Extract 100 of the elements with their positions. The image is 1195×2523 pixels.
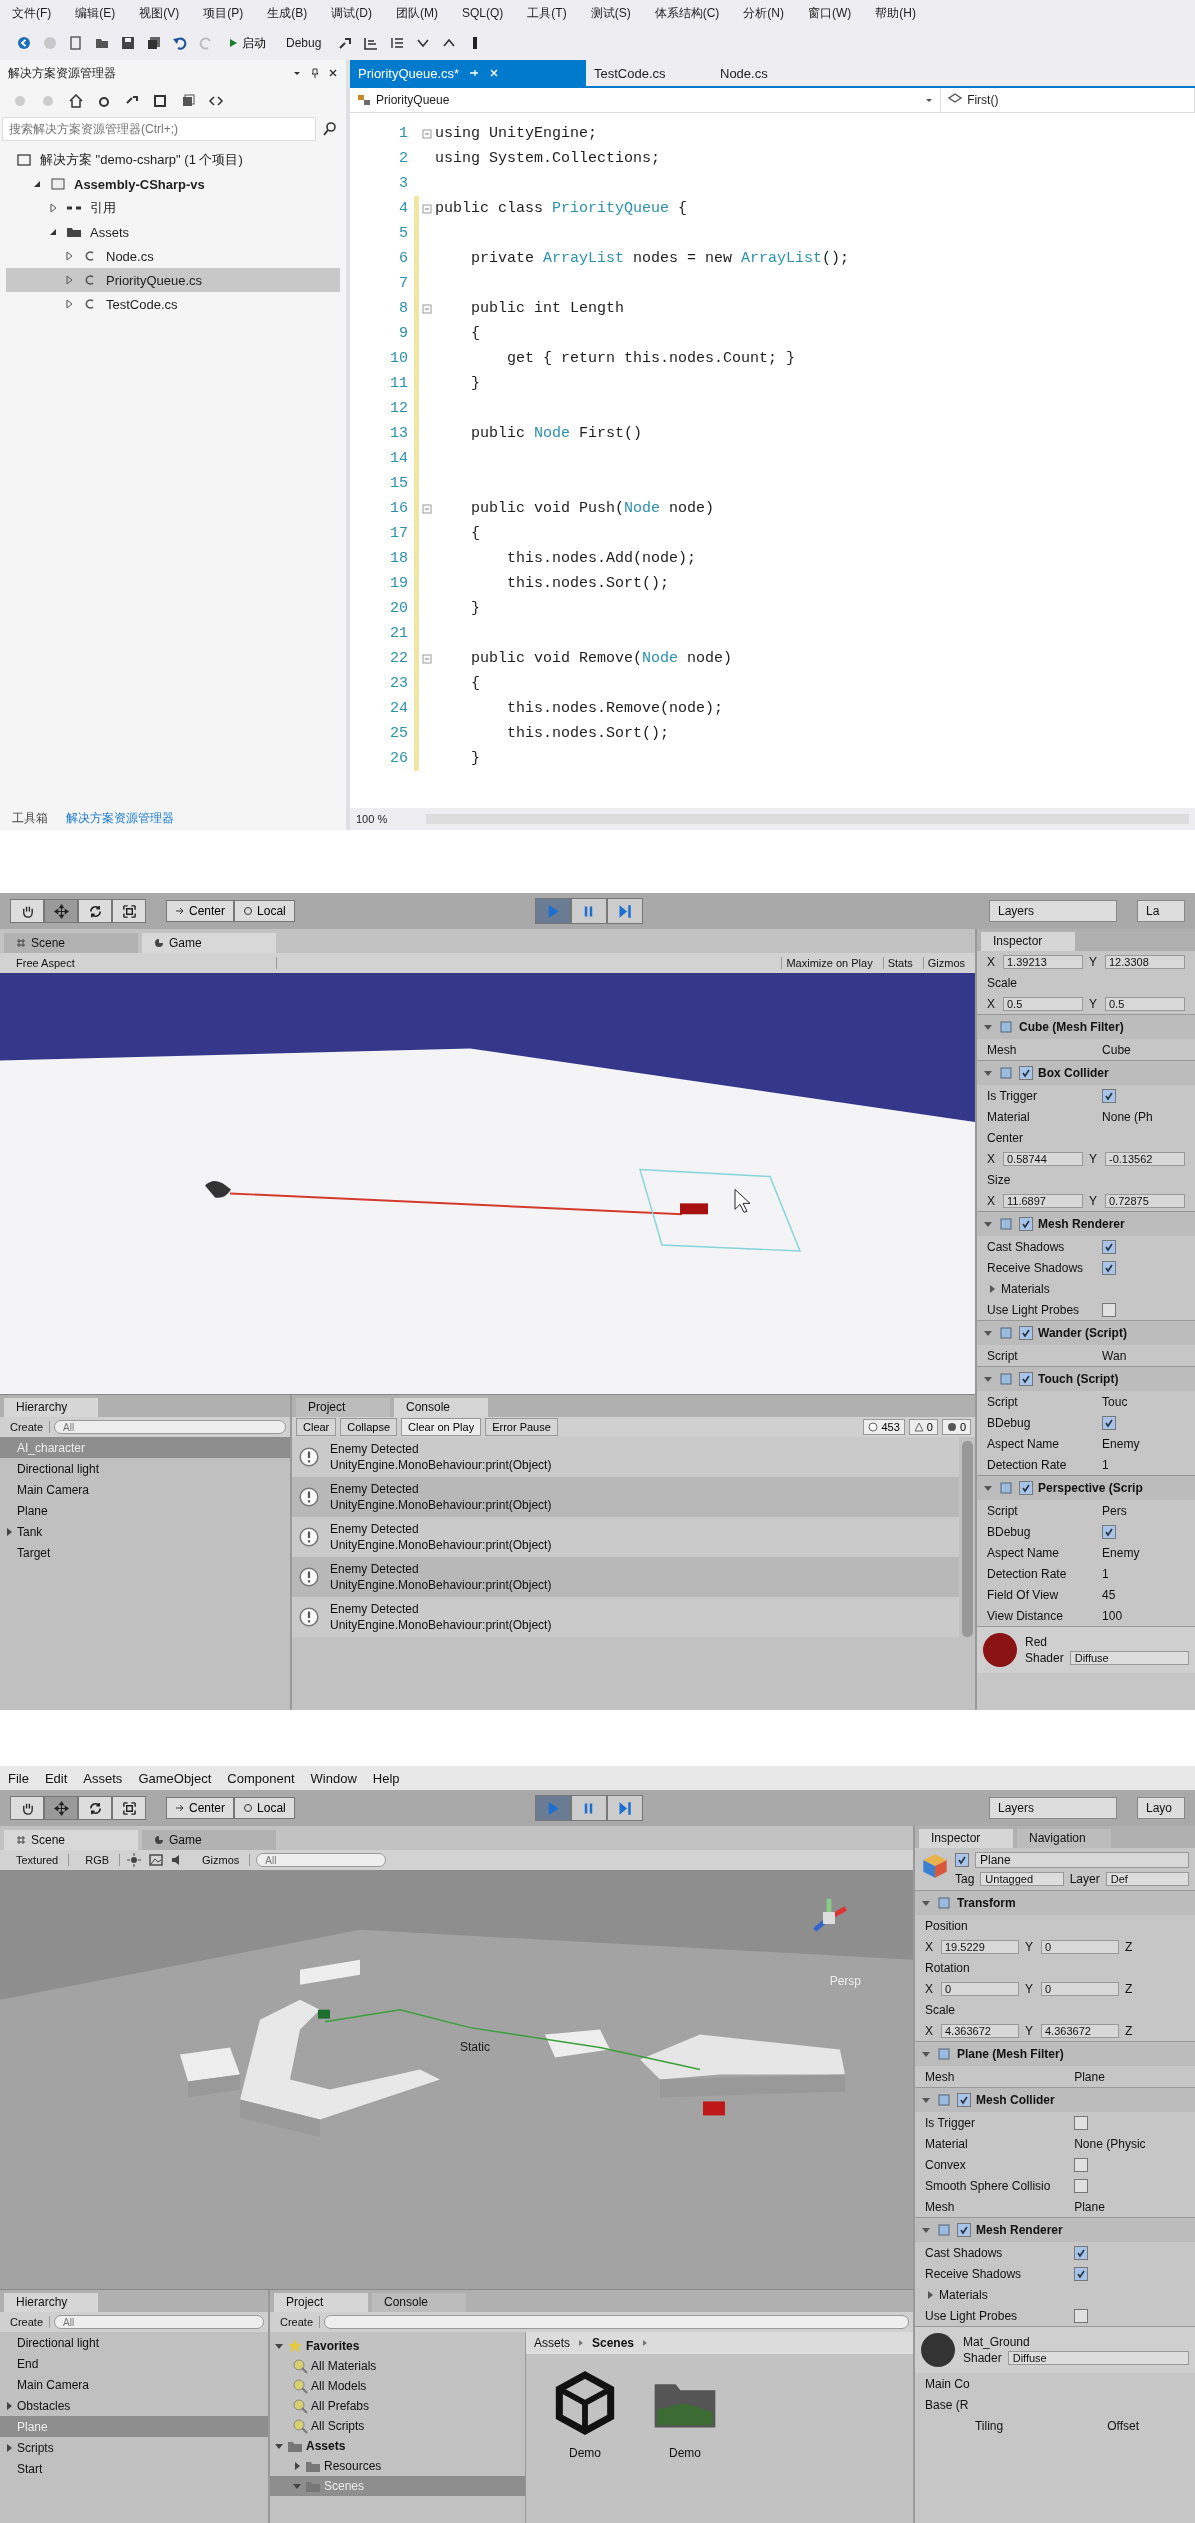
foldout-arrow-icon[interactable]: [921, 2049, 931, 2059]
log-entry[interactable]: Enemy Detected UnityEngine.MonoBehaviour:print(Object): [292, 1437, 959, 1477]
console-option-button[interactable]: Clear: [296, 1418, 337, 1436]
indent-icon[interactable]: [389, 35, 406, 51]
menu-item[interactable]: Component: [227, 1770, 295, 1786]
checkbox[interactable]: [1074, 2266, 1089, 2281]
shading-dropdown[interactable]: Textured: [6, 1854, 70, 1866]
hierarchy-item[interactable]: Plane: [0, 1500, 290, 1521]
panel-tab[interactable]: Console: [394, 1398, 488, 1417]
warning-filter-button[interactable]: 0: [908, 1419, 938, 1435]
hierarchy-item[interactable]: Obstacles: [0, 2395, 268, 2416]
checkbox[interactable]: [1074, 2308, 1089, 2323]
project-tree-item[interactable]: Assets: [270, 2436, 525, 2456]
render-mode-dropdown[interactable]: RGB: [75, 1854, 121, 1866]
view-option-button[interactable]: Maximize on Play: [781, 957, 877, 969]
console-option-button[interactable]: Collapse: [340, 1418, 398, 1436]
layers-dropdown[interactable]: Layers: [989, 1797, 1117, 1819]
number-field[interactable]: 0: [1041, 1939, 1119, 1954]
hierarchy-item[interactable]: End: [0, 2353, 268, 2374]
tree-item[interactable]: PriorityQueue.cs: [6, 268, 340, 292]
number-field[interactable]: 4.363672: [941, 2023, 1019, 2038]
foldout-arrow-icon[interactable]: [925, 2289, 935, 2300]
expander-icon[interactable]: [292, 2461, 302, 2471]
pivot-button[interactable]: Center: [166, 900, 235, 922]
component-header[interactable]: Wander (Script): [977, 1320, 1195, 1345]
panel-tab[interactable]: Project: [296, 1398, 390, 1417]
start-button[interactable]: 启动: [224, 32, 270, 54]
menu-item[interactable]: Assets: [83, 1770, 123, 1786]
component-header[interactable]: Box Collider: [977, 1060, 1195, 1085]
breadcrumb-item[interactable]: Scenes: [592, 2336, 635, 2350]
hand-tool-button[interactable]: [10, 899, 44, 923]
number-field[interactable]: 0.58744: [1003, 1151, 1083, 1166]
checkbox[interactable]: [1074, 2178, 1089, 2193]
expander-icon[interactable]: [4, 1526, 14, 1537]
panel-tab[interactable]: 工具箱: [8, 807, 52, 829]
menu-item[interactable]: 编辑(E): [75, 4, 116, 22]
view-tab[interactable]: Game: [142, 1830, 276, 1850]
foldout-arrow-icon[interactable]: [983, 1374, 993, 1384]
save-icon[interactable]: [120, 35, 136, 51]
menu-item[interactable]: 分析(N): [743, 4, 784, 22]
image-icon[interactable]: [148, 1852, 165, 1868]
property-value[interactable]: Enemy: [1102, 1436, 1140, 1451]
view-tab[interactable]: Scene: [4, 1830, 138, 1850]
component-header[interactable]: Mesh Renderer: [915, 2217, 1195, 2242]
panel-tab[interactable]: Hierarchy: [4, 1398, 98, 1417]
project-tree-item[interactable]: All Materials: [270, 2356, 525, 2376]
project-tree-item[interactable]: Resources: [270, 2456, 525, 2476]
panel-tab[interactable]: Project: [274, 2293, 368, 2312]
panel-tab[interactable]: 解决方案资源管理器: [62, 807, 178, 829]
pause-button[interactable]: [570, 898, 607, 924]
property-value[interactable]: None (Physic: [1074, 2136, 1146, 2151]
view-tab[interactable]: Scene: [4, 933, 138, 953]
property-value[interactable]: Plane: [1074, 2199, 1105, 2214]
expander-icon[interactable]: [64, 251, 74, 261]
component-header[interactable]: Touch (Script): [977, 1366, 1195, 1391]
expander-icon[interactable]: [48, 227, 58, 237]
enable-checkbox[interactable]: [957, 2223, 971, 2237]
menu-item[interactable]: File: [8, 1770, 29, 1786]
property-value[interactable]: Wan: [1102, 1348, 1127, 1363]
panel-tab[interactable]: Console: [372, 2293, 466, 2312]
component-header[interactable]: Mesh Collider: [915, 2087, 1195, 2112]
shader-dropdown[interactable]: Diffuse: [1069, 1651, 1189, 1665]
hierarchy-item[interactable]: Directional light: [0, 1458, 290, 1479]
foldout-arrow-icon[interactable]: [921, 1898, 931, 1908]
foldout-arrow-icon[interactable]: [983, 1068, 993, 1078]
expander-icon[interactable]: [274, 2341, 284, 2351]
foldout-arrow-icon[interactable]: [921, 2095, 931, 2105]
enable-checkbox[interactable]: [1019, 1481, 1033, 1495]
property-value[interactable]: Enemy: [1102, 1545, 1140, 1560]
collapse-all-icon[interactable]: [152, 93, 168, 109]
expander-icon[interactable]: [4, 2442, 14, 2453]
log-filter-button[interactable]: 453: [863, 1419, 905, 1435]
rotate-tool-button[interactable]: [78, 899, 112, 923]
menu-item[interactable]: 生成(B): [267, 4, 308, 22]
menu-item[interactable]: 帮助(H): [875, 4, 916, 22]
move-tool-button[interactable]: [44, 1796, 78, 1820]
property-value[interactable]: Pers: [1102, 1503, 1127, 1518]
align-icon[interactable]: [363, 35, 380, 51]
component-header[interactable]: Plane (Mesh Filter): [915, 2041, 1195, 2066]
panel-tab[interactable]: Hierarchy: [4, 2293, 98, 2312]
enable-checkbox[interactable]: [957, 2093, 971, 2107]
expander-icon[interactable]: [4, 2400, 14, 2411]
menu-item[interactable]: 窗口(W): [808, 4, 852, 22]
hand-tool-button[interactable]: [10, 1796, 44, 1820]
gizmos-dropdown[interactable]: Gizmos: [192, 1854, 251, 1866]
space-button[interactable]: Local: [234, 900, 295, 922]
error-filter-button[interactable]: 0: [941, 1419, 971, 1435]
panel-tab[interactable]: Inspector: [981, 932, 1075, 951]
project-tree-item[interactable]: All Models: [270, 2376, 525, 2396]
property-value[interactable]: 45: [1102, 1587, 1116, 1602]
number-field[interactable]: 4.363672: [1041, 2023, 1119, 2038]
number-field[interactable]: 1.39213: [1003, 954, 1083, 969]
search-field[interactable]: All: [256, 1853, 387, 1867]
property-value[interactable]: 100: [1102, 1608, 1123, 1623]
class-dropdown[interactable]: PriorityQueue: [350, 88, 942, 112]
panel-tab[interactable]: Navigation: [1017, 1829, 1111, 1848]
search-field[interactable]: All: [54, 2315, 264, 2329]
expander-icon[interactable]: [32, 179, 42, 189]
checkbox[interactable]: [1102, 1260, 1117, 1275]
layers-dropdown[interactable]: Layers: [989, 900, 1117, 922]
